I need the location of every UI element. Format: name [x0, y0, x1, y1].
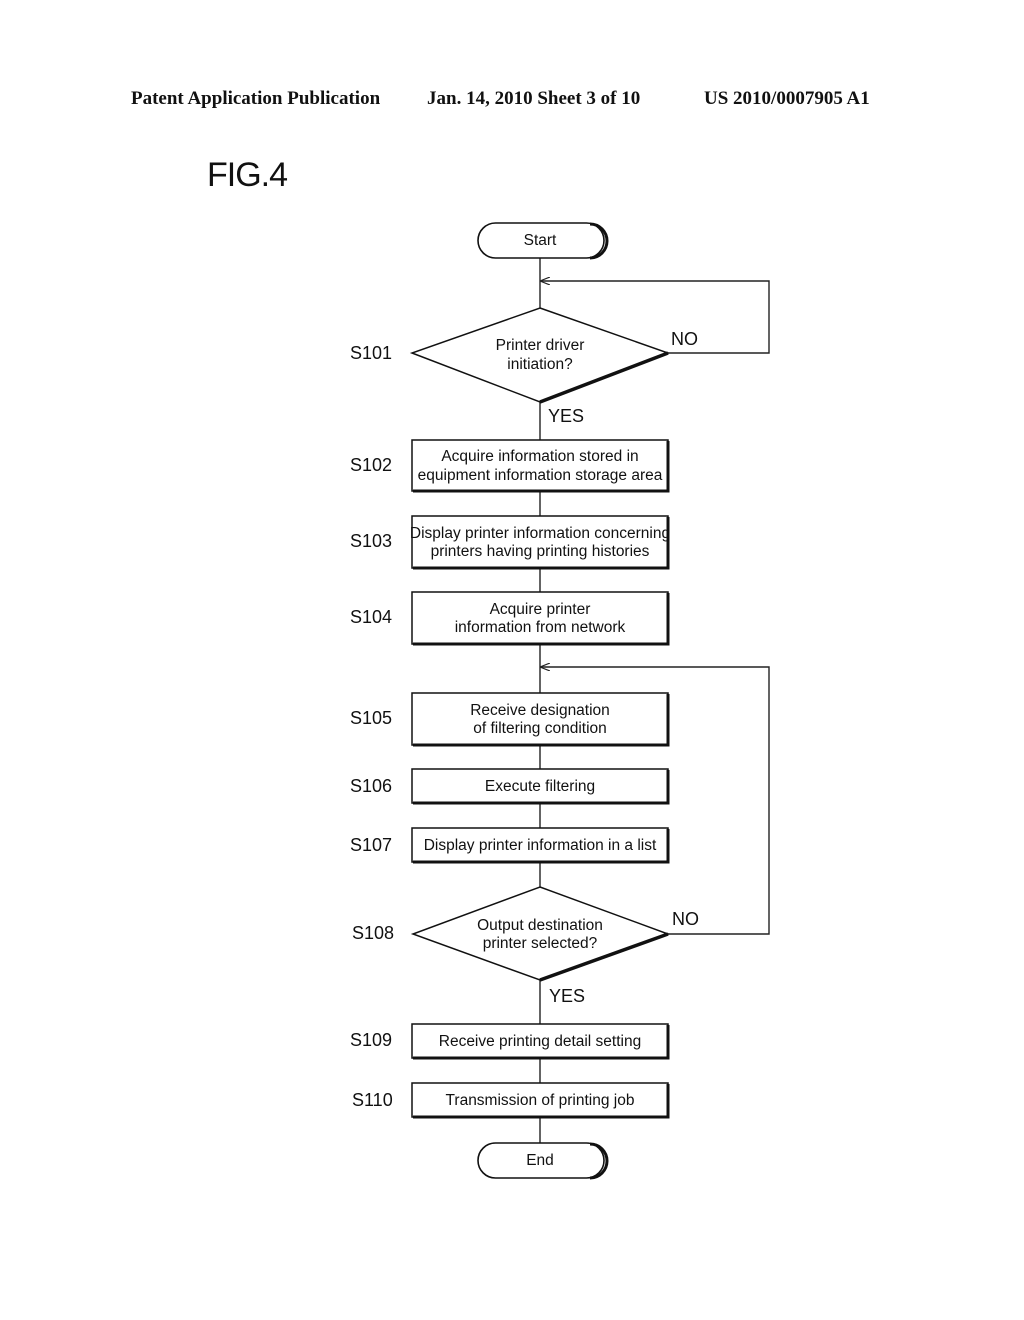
- end-label: End: [526, 1152, 554, 1169]
- process-s105: Receive designation of filtering conditi…: [350, 692, 670, 747]
- process-s103: Display printer information concerning p…: [350, 515, 670, 570]
- process-text-line: Execute filtering: [485, 778, 595, 795]
- step-id-s107: S107: [350, 835, 392, 855]
- step-id-s102: S102: [350, 455, 392, 475]
- no-label-s108: NO: [672, 909, 699, 929]
- decision-text-line: Printer driver: [496, 337, 585, 354]
- step-id-s108: S108: [352, 923, 394, 943]
- start-terminal: Start: [477, 222, 609, 260]
- process-text-line: equipment information storage area: [418, 467, 663, 484]
- process-text-line: Acquire information stored in: [441, 448, 638, 465]
- decision-s101: Printer driver initiation? S101 NO YES: [350, 307, 698, 426]
- step-id-s105: S105: [350, 708, 392, 728]
- step-id-s103: S103: [350, 531, 392, 551]
- process-text-line: Display printer information in a list: [424, 837, 657, 854]
- step-id-s109: S109: [350, 1030, 392, 1050]
- process-text-line: Receive printing detail setting: [439, 1033, 641, 1050]
- step-id-s101: S101: [350, 343, 392, 363]
- process-s107: Display printer information in a list S1…: [350, 827, 670, 864]
- process-text-line: Acquire printer: [490, 601, 591, 618]
- process-text-line: Receive designation: [470, 702, 610, 719]
- process-text-line: Transmission of printing job: [446, 1092, 635, 1109]
- decision-text-line: initiation?: [507, 356, 573, 373]
- process-text-line: Display printer information concerning: [410, 525, 670, 542]
- yes-label-s108: YES: [549, 986, 585, 1006]
- flowchart: Start End Printer driver initiation? S10…: [350, 222, 770, 1180]
- decision-text-line: printer selected?: [483, 935, 598, 952]
- process-text-line: information from network: [455, 619, 626, 636]
- no-label-s101: NO: [671, 329, 698, 349]
- step-id-s104: S104: [350, 607, 392, 627]
- end-terminal: End: [477, 1142, 609, 1180]
- decision-text-line: Output destination: [477, 917, 603, 934]
- process-s109: Receive printing detail setting S109: [350, 1023, 670, 1060]
- step-id-s110: S110: [352, 1090, 393, 1110]
- process-s106: Execute filtering S106: [350, 768, 670, 805]
- start-label: Start: [524, 232, 557, 249]
- process-text-line: printers having printing histories: [431, 543, 650, 560]
- decision-s108: Output destination printer selected? S10…: [352, 886, 699, 1006]
- process-text-line: of filtering condition: [473, 720, 607, 737]
- process-s102: Acquire information stored in equipment …: [350, 439, 670, 493]
- process-s104: Acquire printer information from network…: [350, 591, 670, 646]
- step-id-s106: S106: [350, 776, 392, 796]
- process-s110: Transmission of printing job S110: [352, 1082, 670, 1119]
- yes-label-s101: YES: [548, 406, 584, 426]
